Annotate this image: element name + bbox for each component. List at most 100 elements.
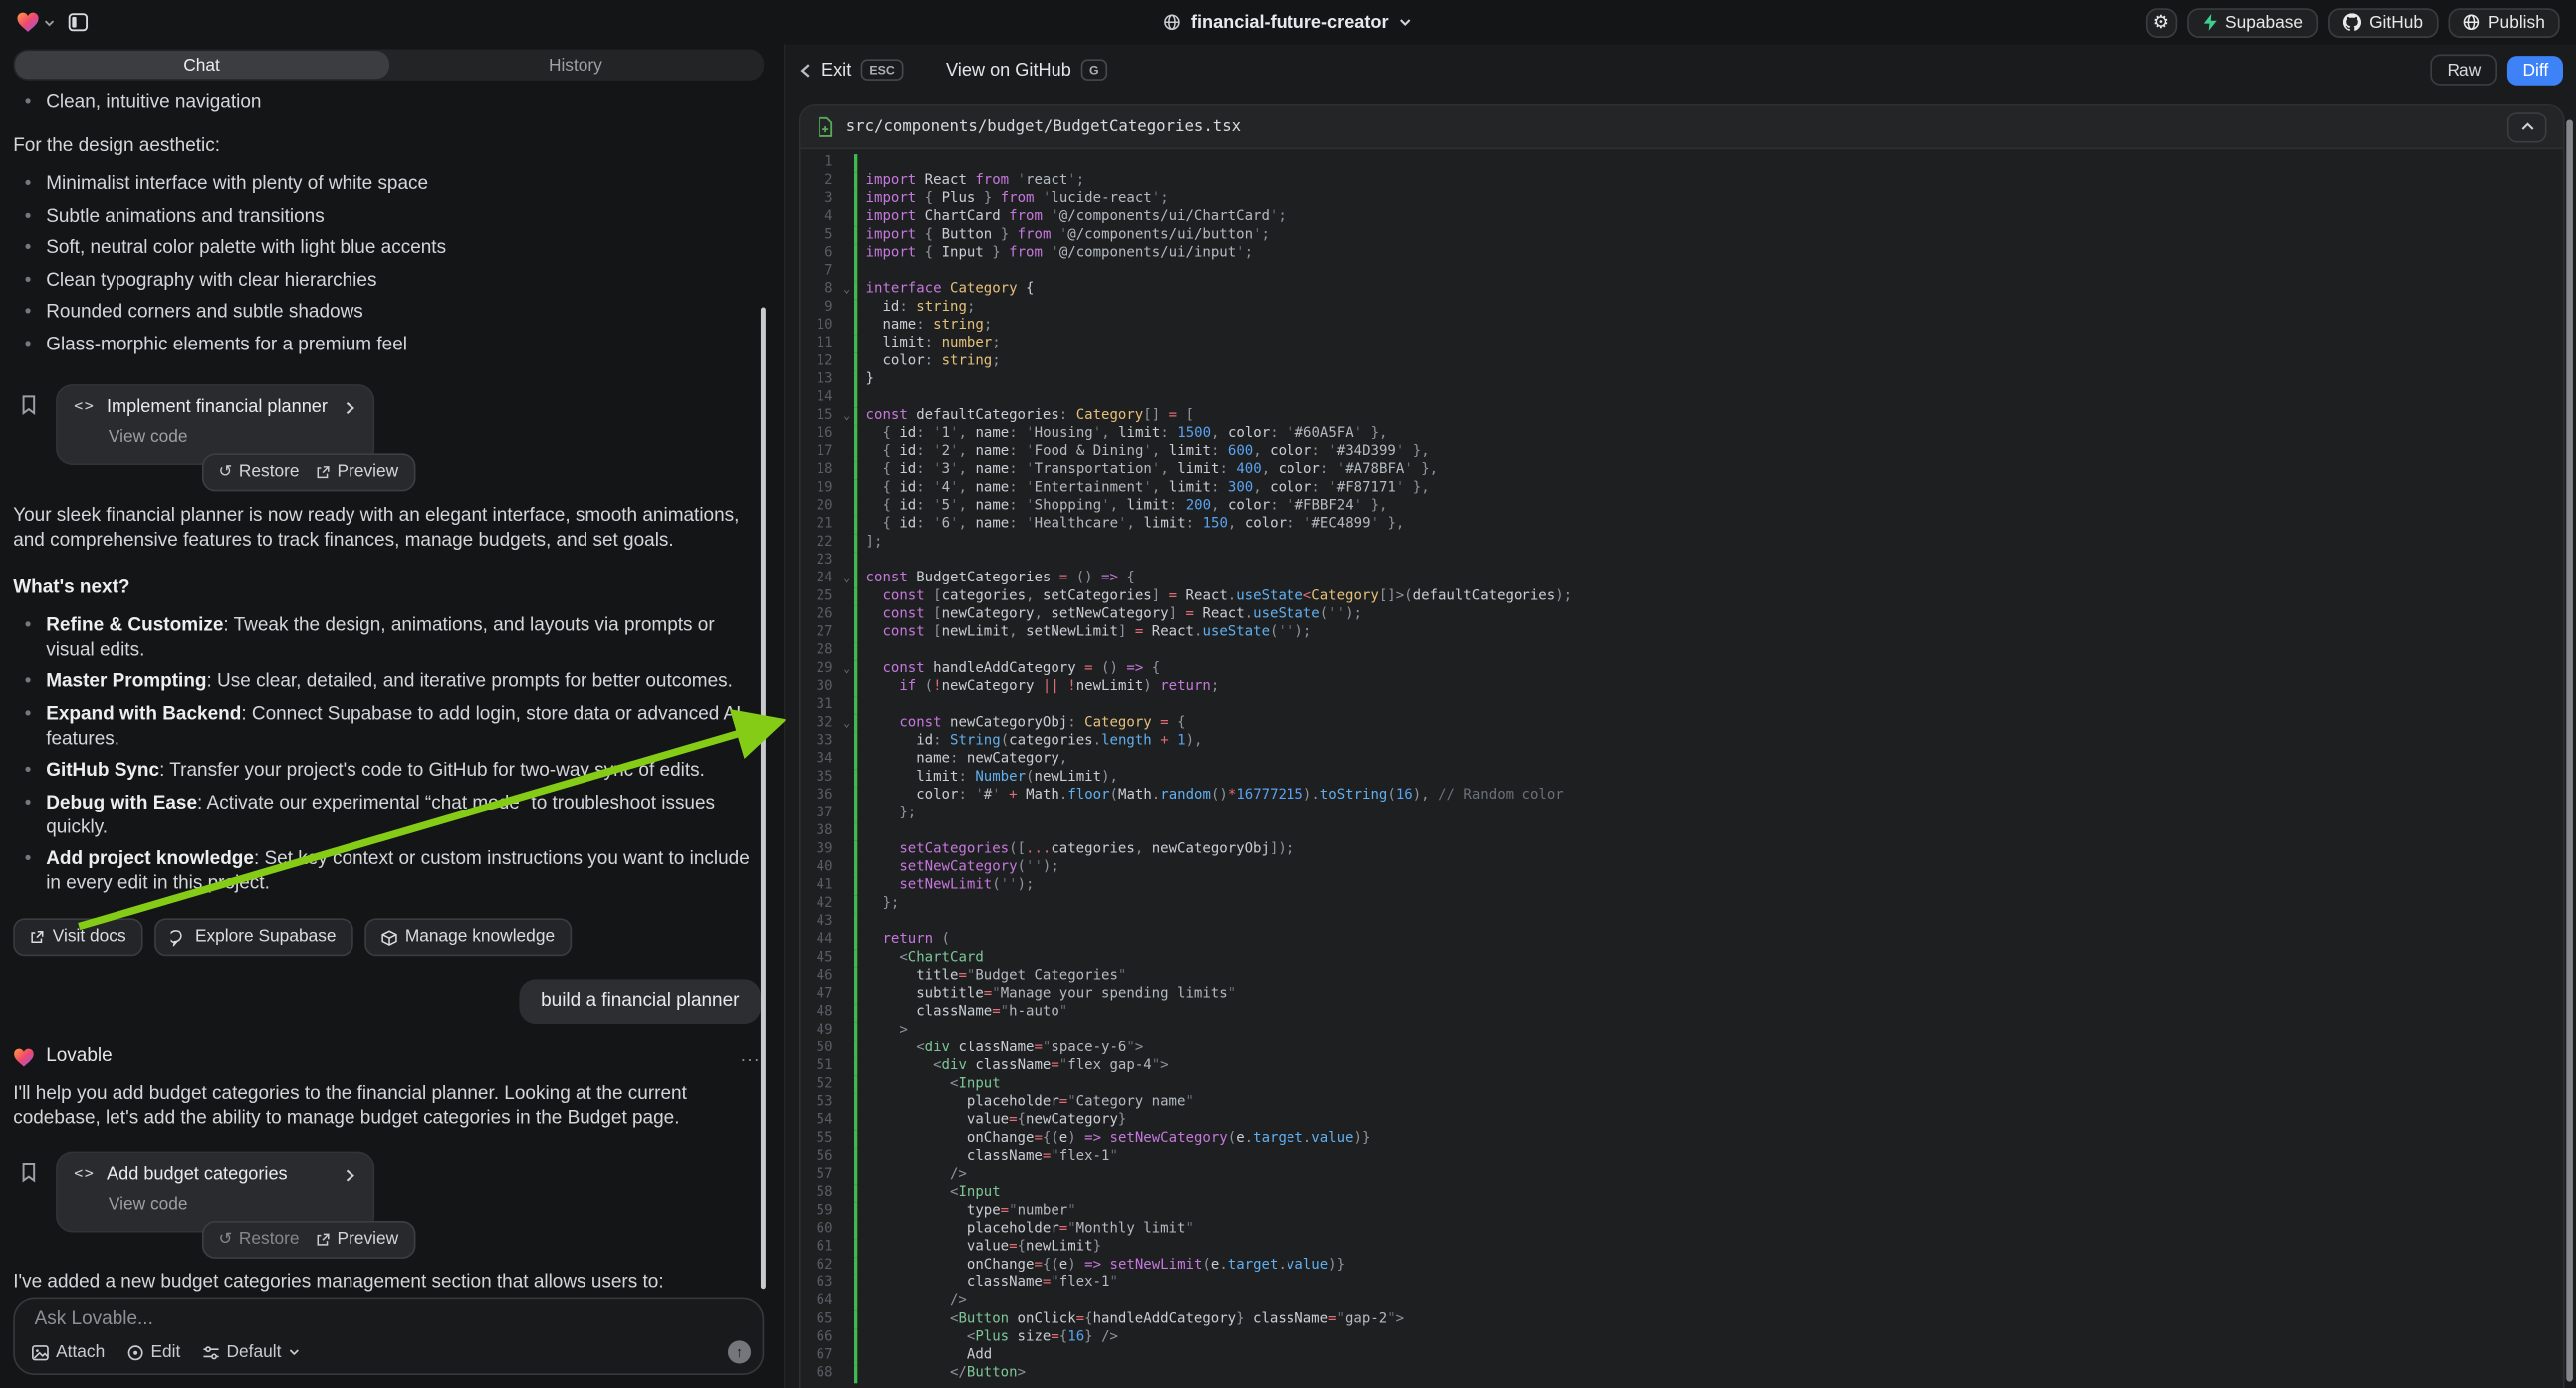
back-chevron-icon[interactable]: [799, 62, 812, 79]
external-link-icon: [316, 1233, 331, 1248]
restore-icon: ↺: [218, 459, 232, 484]
code-line: 55 onChange={(e) => setNewCategory(e.tar…: [801, 1130, 2563, 1148]
tab-chat[interactable]: Chat: [15, 51, 388, 79]
restore-button[interactable]: ↺ Restore: [218, 459, 299, 484]
sidebar-toggle-icon[interactable]: [68, 12, 89, 33]
supabase-button[interactable]: Supabase: [2186, 7, 2317, 37]
assistant-paragraph: I've added a new budget categories manag…: [13, 1272, 761, 1296]
collapse-file-button[interactable]: [2507, 111, 2547, 141]
whats-next-heading: What's next?: [13, 576, 761, 600]
gear-icon: ⚙: [2153, 12, 2169, 33]
send-button[interactable]: ↑: [728, 1340, 751, 1363]
design-heading: For the design aesthetic:: [13, 134, 761, 159]
list-item: Debug with Ease: Activate our experiment…: [13, 791, 761, 840]
image-attach-icon: [31, 1343, 49, 1361]
lovable-logo-menu[interactable]: [17, 12, 57, 33]
chevron-right-icon: [344, 1168, 356, 1183]
chat-scrollbar-thumb[interactable]: [761, 308, 766, 1290]
explore-supabase-button[interactable]: Explore Supabase: [154, 918, 352, 956]
code-line: 39 setCategories([...categories, newCate…: [801, 841, 2563, 859]
list-item: Subtle animations and transitions: [13, 204, 761, 229]
list-item: Expand with Backend: Connect Supabase to…: [13, 702, 761, 752]
restore-preview-pill: ↺ Restore Preview: [202, 1221, 415, 1259]
code-line: 62 onChange={(e) => setNewLimit(e.target…: [801, 1257, 2563, 1274]
code-line: 3import { Plus } from 'lucide-react';: [801, 190, 2563, 208]
code-line: 34 name: newCategory,: [801, 751, 2563, 769]
bookmark-icon[interactable]: [20, 393, 38, 414]
code-line: 56 className="flex-1": [801, 1148, 2563, 1166]
file-diff-card: src/components/budget/BudgetCategories.t…: [799, 104, 2565, 1388]
code-line: 23: [801, 552, 2563, 570]
visit-docs-button[interactable]: Visit docs: [13, 918, 142, 956]
code-line: 41 setNewLimit('');: [801, 877, 2563, 895]
code-lines[interactable]: 12import React from 'react';3import { Pl…: [801, 149, 2563, 1388]
code-line: 37 };: [801, 806, 2563, 823]
code-line: 25 const [categories, setCategories] = R…: [801, 588, 2563, 606]
code-line: 51 <div className="flex gap-4">: [801, 1058, 2563, 1076]
code-line: 48 className="h-auto": [801, 1004, 2563, 1022]
project-switcher[interactable]: financial-future-creator: [1163, 12, 1413, 32]
file-bar[interactable]: src/components/budget/BudgetCategories.t…: [801, 106, 2563, 150]
diff-toggle-button[interactable]: Diff: [2508, 55, 2563, 85]
code-line: 64 />: [801, 1293, 2563, 1311]
mode-selector[interactable]: Default: [202, 1342, 301, 1362]
code-line: 5import { Button } from '@/components/ui…: [801, 227, 2563, 245]
tab-history[interactable]: History: [388, 51, 762, 79]
list-item: Add project knowledge: Set key context o…: [13, 847, 761, 897]
assistant-name: Lovable: [46, 1044, 112, 1069]
code-icon: <>: [74, 1163, 95, 1188]
settings-button[interactable]: ⚙: [2145, 7, 2176, 37]
attach-button[interactable]: Attach: [31, 1342, 105, 1362]
preview-button[interactable]: Preview: [316, 459, 398, 484]
view-code-link[interactable]: View code: [109, 425, 356, 450]
raw-toggle-button[interactable]: Raw: [2431, 54, 2498, 85]
code-line: 50 <div className="space-y-6">: [801, 1040, 2563, 1057]
preview-button[interactable]: Preview: [316, 1228, 398, 1253]
version-card-add-budget-categories[interactable]: <> Add budget categories View code ↺ Res…: [56, 1152, 374, 1233]
code-line: 2import React from 'react';: [801, 172, 2563, 190]
view-on-github-link[interactable]: View on GitHub: [946, 60, 1071, 80]
code-line: 32⌄ const newCategoryObj: Category = {: [801, 715, 2563, 733]
code-line: 21 { id: '6', name: 'Healthcare', limit:…: [801, 516, 2563, 534]
supabase-bolt-icon: [2201, 13, 2218, 31]
code-line: 66 <Plus size={16} />: [801, 1329, 2563, 1347]
github-button[interactable]: GitHub: [2328, 7, 2438, 37]
code-line: 57 />: [801, 1167, 2563, 1185]
code-panel: Exit ESC View on GitHub G Raw Diff src/c…: [786, 45, 2576, 1388]
code-line: 15⌄const defaultCategories: Category[] =…: [801, 407, 2563, 425]
code-line: 68 </Button>: [801, 1365, 2563, 1383]
code-line: 24⌄const BudgetCategories = () => {: [801, 571, 2563, 588]
chat-input[interactable]: [35, 1309, 743, 1329]
code-line: 47 subtitle="Manage your spending limits…: [801, 986, 2563, 1004]
globe-icon: [1163, 13, 1181, 31]
code-line: 12 color: string;: [801, 353, 2563, 371]
code-line: 10 name: string;: [801, 317, 2563, 335]
target-icon: [126, 1343, 144, 1361]
file-added-icon: [817, 116, 834, 136]
code-line: 52 <Input: [801, 1076, 2563, 1094]
list-item: Minimalist interface with plenty of whit…: [13, 172, 761, 197]
code-line: 16 { id: '1', name: 'Housing', limit: 15…: [801, 425, 2563, 443]
esc-keycap: ESC: [861, 59, 903, 80]
version-card-implement-financial-planner[interactable]: <> Implement financial planner View code…: [56, 383, 374, 464]
manage-knowledge-button[interactable]: Manage knowledge: [364, 918, 572, 956]
code-line: 18 { id: '3', name: 'Transportation', li…: [801, 462, 2563, 480]
message-menu-button[interactable]: ...: [741, 1044, 761, 1069]
chevron-right-icon: [344, 400, 356, 415]
chat-panel: Chat History Clean, intuitive navigation…: [0, 45, 786, 1388]
code-line: 58 <Input: [801, 1185, 2563, 1203]
publish-button[interactable]: Publish: [2448, 7, 2560, 37]
user-message-bubble: build a financial planner: [520, 979, 761, 1024]
chat-scroll-area[interactable]: Clean, intuitive navigation For the desi…: [13, 86, 761, 1296]
version-card-title: Add budget categories: [107, 1163, 288, 1188]
edit-button[interactable]: Edit: [126, 1342, 181, 1362]
assistant-header: Lovable ...: [13, 1044, 761, 1069]
topbar: financial-future-creator ⚙ Supabase GitH…: [0, 0, 2576, 45]
code-scrollbar-thumb[interactable]: [2566, 119, 2573, 1381]
exit-button[interactable]: Exit: [821, 60, 851, 80]
bookmark-icon[interactable]: [20, 1162, 38, 1183]
code-line: 8⌄interface Category {: [801, 281, 2563, 299]
code-line: 14: [801, 389, 2563, 407]
restore-button[interactable]: ↺ Restore: [218, 1228, 299, 1253]
view-code-link[interactable]: View code: [109, 1193, 356, 1218]
